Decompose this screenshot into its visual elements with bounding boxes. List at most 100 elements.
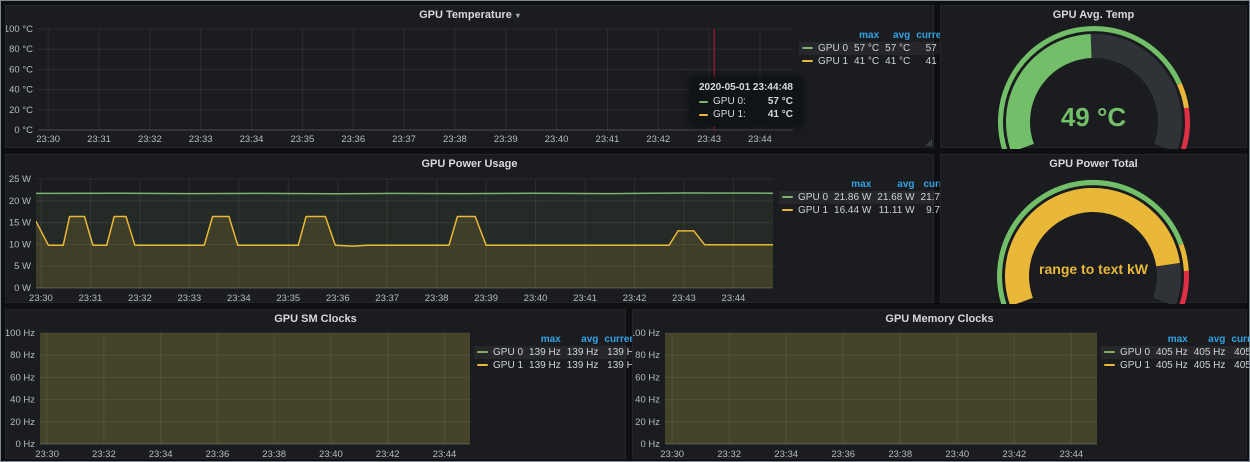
legend-header-avg[interactable]: avg xyxy=(882,29,913,42)
svg-text:23:32: 23:32 xyxy=(128,293,152,304)
legend-row-gpu0[interactable]: GPU 0 57 °C 57 °C 57 °C xyxy=(799,42,954,55)
legend-value: 405 Hz xyxy=(1228,346,1250,359)
legend-value: 405 Hz xyxy=(1191,359,1229,372)
svg-text:23:35: 23:35 xyxy=(276,293,300,304)
legend-row-gpu0[interactable]: GPU 0 21.86 W 21.68 W 21.77 W xyxy=(779,191,961,204)
svg-text:23:42: 23:42 xyxy=(376,449,400,460)
svg-text:60 Hz: 60 Hz xyxy=(10,372,35,383)
panel-title-gpu-temperature[interactable]: GPU Temperature▾ xyxy=(6,6,933,24)
svg-text:80 °C: 80 °C xyxy=(9,44,33,55)
legend-header-avg[interactable]: avg xyxy=(564,333,602,346)
svg-text:0 Hz: 0 Hz xyxy=(640,439,660,450)
panel-title-gpu-sm-clocks[interactable]: GPU SM Clocks xyxy=(6,310,625,328)
svg-text:23:32: 23:32 xyxy=(138,134,162,145)
svg-text:20 Hz: 20 Hz xyxy=(635,417,660,428)
svg-text:23:33: 23:33 xyxy=(177,293,201,304)
legend-value: 139 Hz xyxy=(564,346,602,359)
svg-text:100 Hz: 100 Hz xyxy=(633,328,660,339)
series-color-dash xyxy=(477,351,488,353)
legend-header-current[interactable]: current xyxy=(1228,333,1250,346)
svg-text:23:38: 23:38 xyxy=(443,134,467,145)
legend-header-max[interactable]: max xyxy=(526,333,564,346)
svg-text:23:40: 23:40 xyxy=(524,293,548,304)
svg-text:23:32: 23:32 xyxy=(92,449,116,460)
svg-text:23:34: 23:34 xyxy=(240,134,264,145)
svg-text:23:31: 23:31 xyxy=(79,293,103,304)
series-name: GPU 0 xyxy=(818,43,848,54)
svg-text:23:34: 23:34 xyxy=(227,293,251,304)
legend-row-gpu1[interactable]: GPU 1 41 °C 41 °C 41 °C xyxy=(799,55,954,68)
svg-text:23:40: 23:40 xyxy=(319,449,343,460)
legend-header-max[interactable]: max xyxy=(831,178,874,191)
gpu-memory-clocks-chart[interactable]: 23:3023:3223:3423:3623:3823:4023:4223:44… xyxy=(633,328,1101,460)
legend-row-gpu1[interactable]: GPU 1 139 Hz 139 Hz 139 Hz xyxy=(474,359,642,372)
svg-text:23:34: 23:34 xyxy=(149,449,173,460)
svg-text:23:42: 23:42 xyxy=(646,134,670,145)
panel-title-gpu-avg-temp[interactable]: GPU Avg. Temp xyxy=(941,6,1246,24)
series-color-dash xyxy=(782,209,793,211)
legend-row-gpu1[interactable]: GPU 1 405 Hz 405 Hz 405 Hz xyxy=(1101,359,1250,372)
legend-value: 405 Hz xyxy=(1228,359,1250,372)
legend-row-gpu0[interactable]: GPU 0 139 Hz 139 Hz 139 Hz xyxy=(474,346,642,359)
series-name: GPU 0 xyxy=(1120,347,1150,358)
panel-title-gpu-power-usage[interactable]: GPU Power Usage xyxy=(6,155,933,173)
gpu-power-total-gauge xyxy=(941,173,1248,304)
svg-text:23:37: 23:37 xyxy=(392,134,416,145)
gpu-temperature-chart[interactable]: 23:3023:3123:3223:3323:3423:3523:3623:37… xyxy=(6,24,799,145)
svg-text:23:39: 23:39 xyxy=(494,134,518,145)
chevron-down-icon[interactable]: ▾ xyxy=(516,11,520,20)
legend-header-max[interactable]: max xyxy=(851,29,882,42)
tooltip-value: 41 °C xyxy=(758,109,793,120)
svg-text:23:30: 23:30 xyxy=(35,449,59,460)
chart-legend: max avg current GPU 0 405 Hz 405 Hz 405 … xyxy=(1101,328,1246,372)
panel-gpu-power-total: GPU Power Total range to text kW xyxy=(940,154,1247,303)
svg-text:23:36: 23:36 xyxy=(206,449,230,460)
tooltip-row-gpu1: GPU 1: 41 °C xyxy=(699,109,793,120)
svg-text:23:30: 23:30 xyxy=(29,293,53,304)
chart-tooltip: 2020-05-01 23:44:48 GPU 0: 57 °C GPU 1: … xyxy=(690,77,802,126)
svg-text:23:37: 23:37 xyxy=(375,293,399,304)
svg-text:23:38: 23:38 xyxy=(888,449,912,460)
legend-row-gpu1[interactable]: GPU 1 16.44 W 11.11 W 9.79 W xyxy=(779,204,961,217)
series-name: GPU 1 xyxy=(493,360,523,371)
legend-value: 21.86 W xyxy=(831,191,874,204)
svg-text:23:36: 23:36 xyxy=(326,293,350,304)
legend-value: 139 Hz xyxy=(526,359,564,372)
panel-title-gpu-power-total[interactable]: GPU Power Total xyxy=(941,155,1246,173)
series-color-dash xyxy=(1104,364,1115,366)
series-name: GPU 0 xyxy=(798,192,828,203)
series-color-dash xyxy=(782,196,793,198)
tooltip-row-gpu0: GPU 0: 57 °C xyxy=(699,96,793,107)
svg-text:23:38: 23:38 xyxy=(262,449,286,460)
svg-text:80 Hz: 80 Hz xyxy=(10,350,35,361)
panel-title-text: GPU SM Clocks xyxy=(274,313,357,325)
svg-text:25 W: 25 W xyxy=(9,174,31,185)
gpu-sm-clocks-chart[interactable]: 23:30 23:32 23:34 23:36 23:38 23:40 23:42 23:44… xyxy=(6,328,474,460)
svg-text:23:44: 23:44 xyxy=(433,449,457,460)
panel-title-gpu-memory-clocks[interactable]: GPU Memory Clocks xyxy=(633,310,1246,328)
legend-row-gpu0[interactable]: GPU 0 405 Hz 405 Hz 405 Hz xyxy=(1101,346,1250,359)
series-name: GPU 1 xyxy=(798,205,828,216)
svg-text:100 °C: 100 °C xyxy=(6,24,33,35)
legend-value: 16.44 W xyxy=(831,204,874,217)
svg-text:23:40: 23:40 xyxy=(545,134,569,145)
panel-title-text: GPU Power Usage xyxy=(422,158,518,170)
svg-text:20 Hz: 20 Hz xyxy=(10,417,35,428)
panel-resize-handle[interactable] xyxy=(925,139,932,146)
legend-value: 21.68 W xyxy=(874,191,917,204)
legend-header-avg[interactable]: avg xyxy=(1191,333,1229,346)
tooltip-label: GPU 1: xyxy=(713,109,746,120)
gpu-power-usage-chart[interactable]: 23:30 23:31 23:32 23:33 23:34 23:35 23:36 23:37… xyxy=(6,173,779,304)
legend-value: 405 Hz xyxy=(1153,346,1191,359)
svg-text:23:32: 23:32 xyxy=(717,449,741,460)
panel-title-text: GPU Power Total xyxy=(1049,158,1137,170)
svg-text:40 Hz: 40 Hz xyxy=(10,395,35,406)
panel-title-text: GPU Memory Clocks xyxy=(885,313,993,325)
legend-header-avg[interactable]: avg xyxy=(874,178,917,191)
svg-text:23:34: 23:34 xyxy=(774,449,798,460)
svg-text:0 °C: 0 °C xyxy=(14,125,33,136)
svg-text:0 W: 0 W xyxy=(14,283,31,294)
legend-header-max[interactable]: max xyxy=(1153,333,1191,346)
svg-text:23:42: 23:42 xyxy=(1002,449,1026,460)
gauge-value-temp: 49 °C xyxy=(941,102,1246,133)
